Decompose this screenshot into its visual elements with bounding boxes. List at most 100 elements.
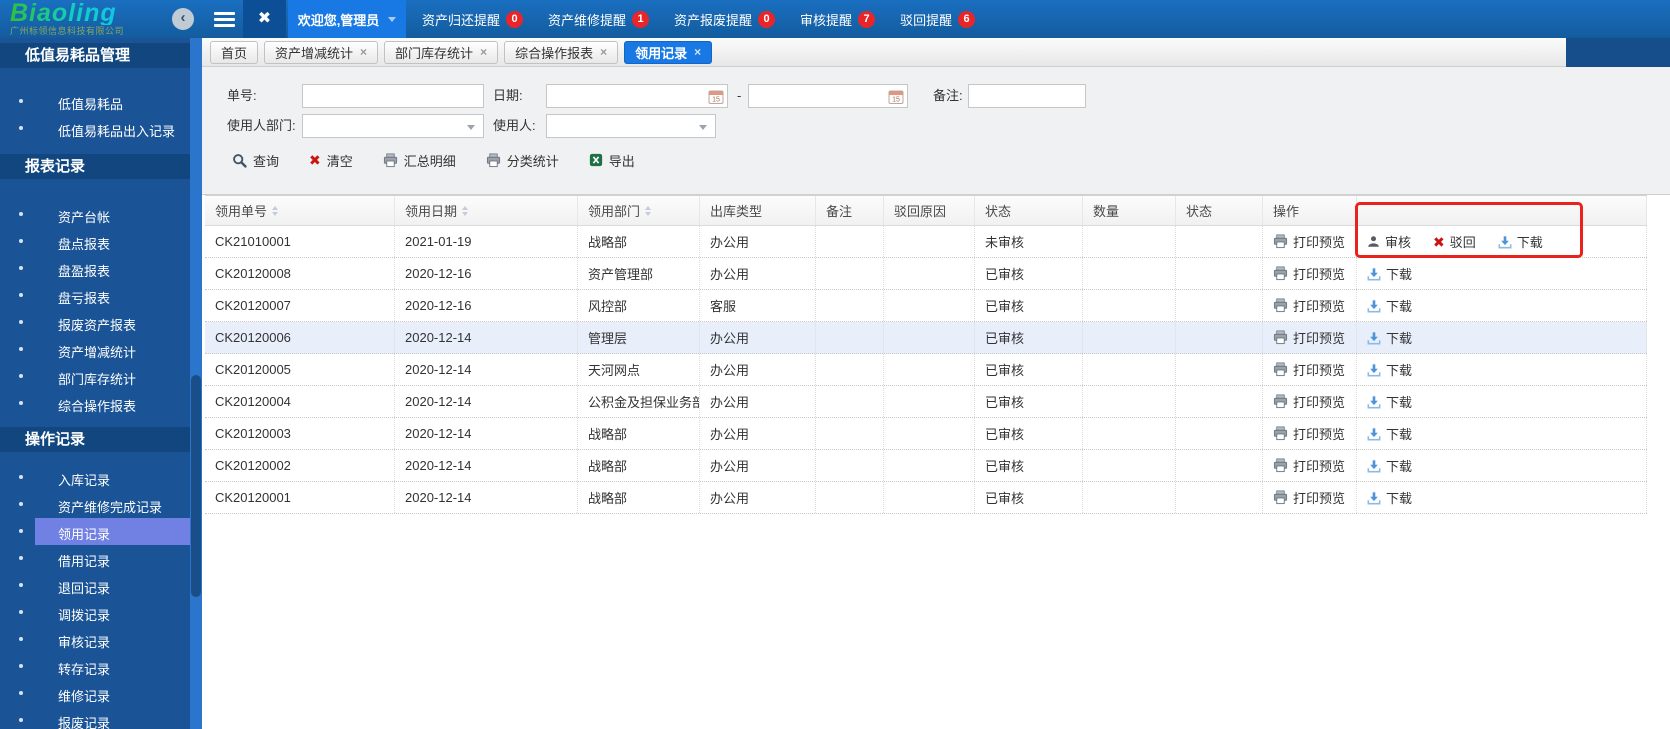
notification-review[interactable]: 审核提醒 7 [800,10,876,29]
date-to-input[interactable] [749,85,907,107]
tab-home[interactable]: 首页 [210,40,259,64]
summary-detail-button[interactable]: 汇总明细 [383,151,456,170]
sidebar-item-combined-report[interactable]: 综合操作报表 [0,390,190,417]
remark-input[interactable] [969,85,1085,107]
cell-extra-actions: 审核 ✖ 驳回 下载 [1357,226,1647,257]
bullet-icon [19,664,23,668]
col-operation: 操作 [1263,196,1357,225]
print-preview-button[interactable]: 打印预览 [1273,424,1345,443]
print-preview-button[interactable]: 打印预览 [1273,296,1345,315]
print-preview-button[interactable]: 打印预览 [1273,488,1345,507]
download-button[interactable]: 下载 [1367,360,1412,379]
tab-asset-change-stats[interactable]: 资产增减统计 × [264,40,379,64]
cell-extra-actions: 下载 [1357,386,1647,417]
calendar-icon[interactable]: 15 [708,89,724,105]
tab-dept-stock-stats[interactable]: 部门库存统计 × [384,40,499,64]
sidebar-item-scrap-records[interactable]: 报废记录 [0,707,190,729]
department-select[interactable] [302,114,484,138]
table-row[interactable]: CK20120002 2020-12-14 战略部 办公用 已审核 打印预览 下… [205,450,1647,482]
cell-outbound-type: 办公用 [700,450,816,481]
close-icon[interactable]: × [480,45,487,59]
tab-requisition-records[interactable]: 领用记录 × [624,40,713,64]
reject-button[interactable]: ✖ 驳回 [1433,232,1476,251]
download-button[interactable]: 下载 [1367,296,1412,315]
order-no-input[interactable] [303,85,483,107]
printer-icon [1273,266,1288,281]
sidebar-item-inventory-report[interactable]: 盘点报表 [0,228,190,255]
sidebar-item-inbound-records[interactable]: 入库记录 [0,464,190,491]
close-icon[interactable]: ✖ [243,0,286,38]
sort-icon[interactable] [272,205,279,216]
cell-outbound-type: 办公用 [700,226,816,257]
sidebar-scrollbar-thumb[interactable] [191,375,201,597]
close-icon[interactable]: × [600,45,607,59]
clear-button[interactable]: ✖ 清空 [309,151,353,170]
cell-order-no: CK20120006 [205,322,395,353]
bullet-icon [19,691,23,695]
sidebar-item-asset-ledger[interactable]: 资产台帐 [0,201,190,228]
sidebar-item-borrow-records[interactable]: 借用记录 [0,545,190,572]
download-button[interactable]: 下载 [1367,392,1412,411]
download-button[interactable]: 下载 [1367,424,1412,443]
download-icon [1367,459,1381,472]
table-row-selected[interactable]: CK20120006 2020-12-14 管理层 办公用 已审核 打印预览 下… [205,322,1647,354]
download-button[interactable]: 下载 [1367,456,1412,475]
col-date[interactable]: 领用日期 [395,196,578,225]
print-preview-button[interactable]: 打印预览 [1273,232,1345,251]
date-from-input[interactable] [547,85,727,107]
print-preview-button[interactable]: 打印预览 [1273,360,1345,379]
table-row[interactable]: CK21010001 2021-01-19 战略部 办公用 未审核 打印预览 审… [205,226,1647,258]
review-button[interactable]: 审核 [1367,232,1411,251]
user-menu-button[interactable]: 欢迎您,管理员 [288,0,406,38]
sidebar-item-dept-stock-stats[interactable]: 部门库存统计 [0,363,190,390]
sidebar-item-surplus-report[interactable]: 盘盈报表 [0,255,190,282]
sort-icon[interactable] [462,205,469,216]
table-row[interactable]: CK20120004 2020-12-14 公积金及担保业务部 办公用 已审核 … [205,386,1647,418]
notification-asset-repair[interactable]: 资产维修提醒 1 [548,10,650,29]
table-row[interactable]: CK20120001 2020-12-14 战略部 办公用 已审核 打印预览 下… [205,482,1647,514]
query-button[interactable]: 查询 [232,151,279,170]
sidebar-item-return-records[interactable]: 退回记录 [0,572,190,599]
user-select[interactable] [546,114,716,138]
sidebar-item-repair-records[interactable]: 维修记录 [0,680,190,707]
download-button[interactable]: 下载 [1367,264,1412,283]
download-button[interactable]: 下载 [1498,232,1543,251]
print-preview-button[interactable]: 打印预览 [1273,456,1345,475]
close-icon[interactable]: × [360,45,367,59]
notification-asset-return[interactable]: 资产归还提醒 0 [422,10,524,29]
table-row[interactable]: CK20120003 2020-12-14 战略部 办公用 已审核 打印预览 下… [205,418,1647,450]
sidebar-item-scrap-report[interactable]: 报废资产报表 [0,309,190,336]
table-row[interactable]: CK20120005 2020-12-14 天河网点 办公用 已审核 打印预览 … [205,354,1647,386]
sidebar-item-consumables-io[interactable]: 低值易耗品出入记录 [0,115,190,142]
download-button[interactable]: 下载 [1367,328,1412,347]
sidebar-item-asset-change-stats[interactable]: 资产增减统计 [0,336,190,363]
calendar-icon[interactable]: 15 [888,89,904,105]
col-department[interactable]: 领用部门 [578,196,700,225]
sidebar-item-requisition-records[interactable]: 领用记录 [0,518,190,545]
sidebar-item-dump-records[interactable]: 转存记录 [0,653,190,680]
sidebar-scrollbar[interactable] [190,38,202,729]
collapse-back-icon[interactable]: ‹ [172,8,194,30]
col-order-no[interactable]: 领用单号 [205,196,395,225]
print-preview-button[interactable]: 打印预览 [1273,392,1345,411]
export-button[interactable]: 导出 [589,151,635,170]
sidebar-item-loss-report[interactable]: 盘亏报表 [0,282,190,309]
notification-reject[interactable]: 驳回提醒 6 [900,10,976,29]
print-preview-button[interactable]: 打印预览 [1273,264,1345,283]
download-icon [1498,235,1512,248]
print-preview-button[interactable]: 打印预览 [1273,328,1345,347]
sidebar-item-review-records[interactable]: 审核记录 [0,626,190,653]
requisition-table: 领用单号 领用日期 领用部门 出库类型 备注 驳回原因 状态 数量 状态 操作 … [205,195,1647,514]
menu-icon[interactable] [214,12,235,30]
sidebar-item-consumables[interactable]: 低值易耗品 [0,88,190,115]
download-button[interactable]: 下载 [1367,488,1412,507]
sidebar-item-transfer-records[interactable]: 调拨记录 [0,599,190,626]
notification-asset-scrap[interactable]: 资产报废提醒 0 [674,10,776,29]
sort-icon[interactable] [645,205,652,216]
table-row[interactable]: CK20120007 2020-12-16 风控部 客服 已审核 打印预览 下载 [205,290,1647,322]
close-icon[interactable]: × [694,45,701,59]
category-stats-button[interactable]: 分类统计 [486,151,559,170]
sidebar-item-repair-complete-records[interactable]: 资产维修完成记录 [0,491,190,518]
tab-combined-report[interactable]: 综合操作报表 × [504,40,619,64]
table-row[interactable]: CK20120008 2020-12-16 资产管理部 办公用 已审核 打印预览… [205,258,1647,290]
